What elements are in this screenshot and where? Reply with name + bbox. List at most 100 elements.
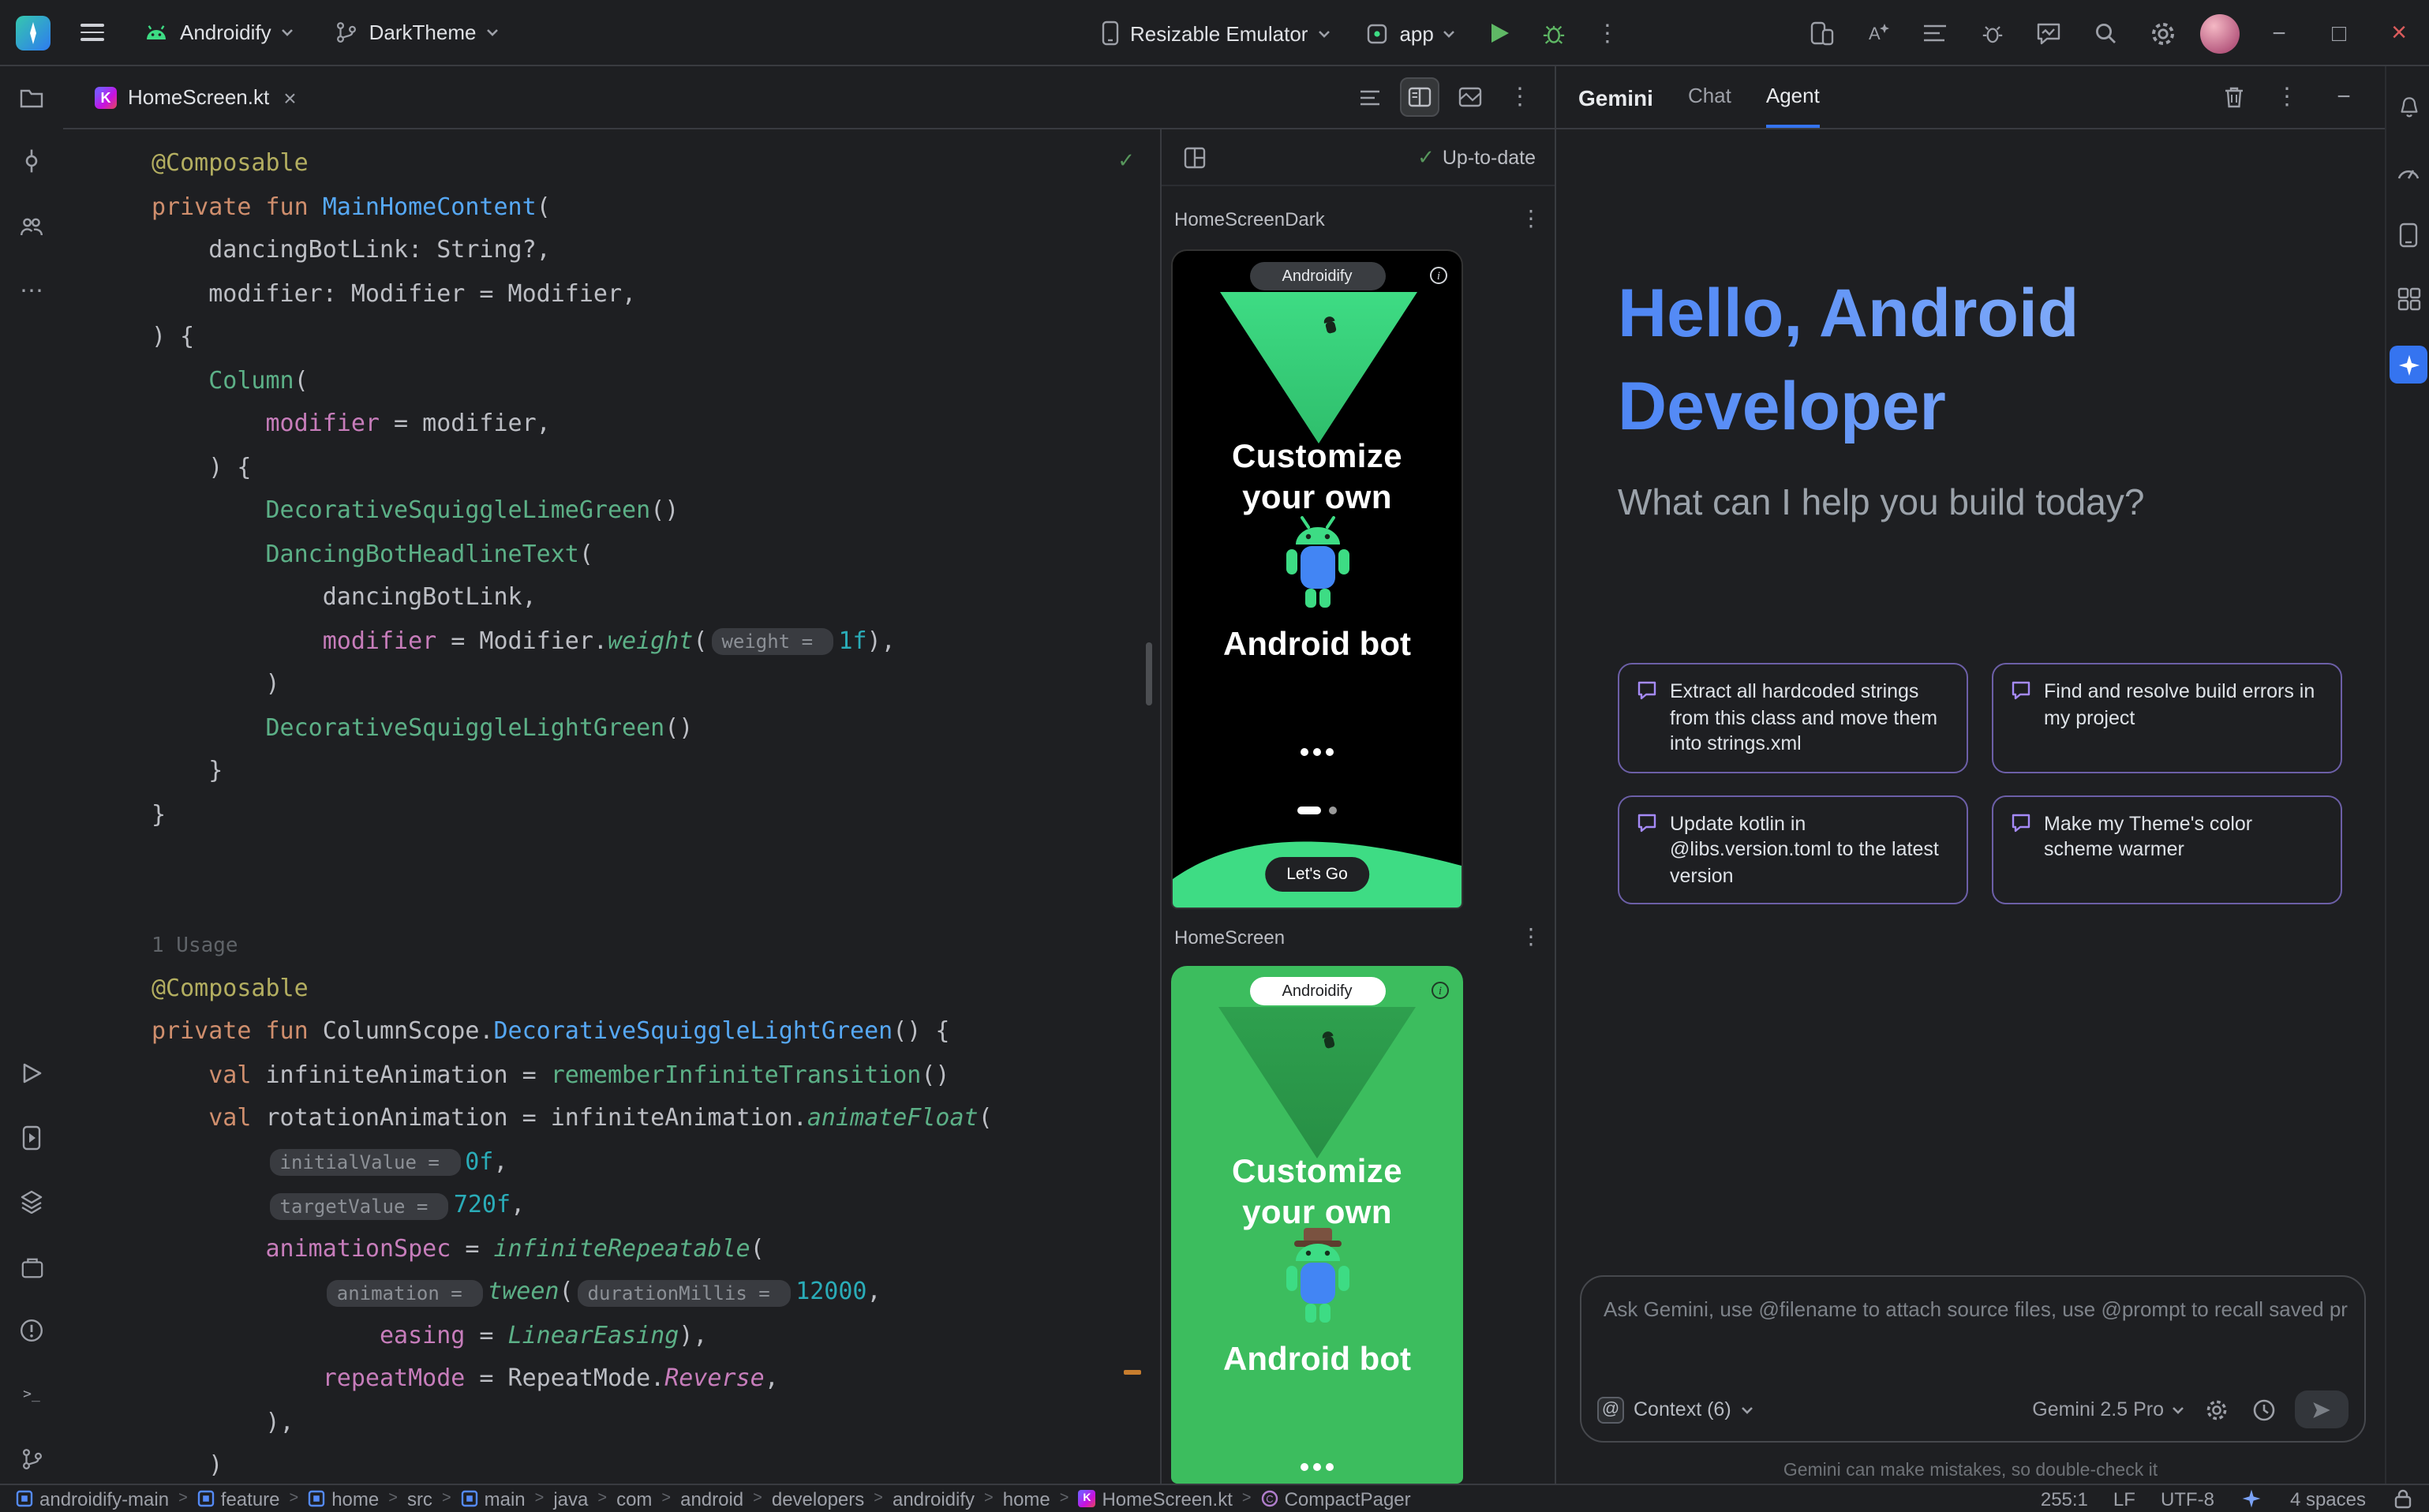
code-line[interactable] [152, 836, 1128, 880]
ai-actions-icon[interactable]: A [1859, 14, 1897, 52]
breadcrumb-item[interactable]: developers [772, 1488, 864, 1510]
code-line[interactable]: modifier = modifier, [152, 402, 1128, 446]
editor-design-view-button[interactable] [1450, 77, 1490, 117]
code-line[interactable]: val infiniteAnimation = rememberInfinite… [152, 1054, 1128, 1097]
suggestion-card[interactable]: Update kotlin in @libs.version.toml to t… [1618, 795, 1968, 904]
tab-options-icon[interactable]: ⋮ [1501, 78, 1539, 116]
attach-debugger-icon[interactable] [1973, 14, 2011, 52]
model-selector[interactable]: Gemini 2.5 Pro [2032, 1398, 2184, 1420]
suggestion-card[interactable]: Find and resolve build errors in my proj… [1992, 663, 2342, 773]
breadcrumb-item[interactable]: androidify [893, 1488, 975, 1510]
code-line[interactable]: repeatMode = RepeatMode.Reverse, [152, 1357, 1128, 1401]
code-line[interactable]: modifier: Modifier = Modifier, [152, 272, 1128, 316]
code-line[interactable]: private fun ColumnScope.DecorativeSquigg… [152, 1010, 1128, 1054]
code-line[interactable]: DancingBotHeadlineText( [152, 533, 1128, 576]
tab-agent[interactable]: Agent [1766, 66, 1820, 128]
breadcrumb-item[interactable]: androidify-main [16, 1488, 169, 1510]
preview-menu-icon[interactable]: ⋮ [1520, 923, 1542, 950]
gemini-settings-icon[interactable] [2200, 1394, 2232, 1425]
code-editor[interactable]: @Composableprivate fun MainHomeContent( … [63, 129, 1160, 1484]
breadcrumb-item[interactable]: java [553, 1488, 588, 1510]
user-avatar[interactable] [2200, 13, 2240, 53]
running-devices-toolwindow-icon[interactable] [13, 1119, 51, 1157]
code-line[interactable] [152, 880, 1128, 923]
device-selector[interactable]: Resizable Emulator [1089, 8, 1339, 58]
code-line[interactable]: ) [152, 663, 1128, 706]
breadcrumb-item[interactable]: main [461, 1488, 526, 1510]
build-variants-toolwindow-icon[interactable] [13, 1182, 51, 1220]
code-line[interactable]: } [152, 750, 1128, 793]
code-line[interactable]: ) { [152, 446, 1128, 489]
preview-layout-icon[interactable] [1181, 143, 1209, 171]
app-inspection-toolwindow-icon[interactable] [13, 1248, 51, 1286]
code-line[interactable]: modifier = Modifier.weight(weight = 1f), [152, 619, 1128, 663]
more-actions-icon[interactable]: ⋮ [1589, 14, 1626, 52]
run-toolwindow-icon[interactable] [13, 1054, 51, 1092]
code-line[interactable]: ) [152, 1444, 1128, 1484]
code-line[interactable]: animation = tween(durationMillis = 12000… [152, 1271, 1128, 1314]
search-icon[interactable] [2087, 14, 2124, 52]
breadcrumb-item[interactable]: KHomeScreen.kt [1078, 1488, 1232, 1510]
preview-menu-icon[interactable]: ⋮ [1520, 205, 1542, 232]
gemini-toolwindow-icon[interactable] [2390, 346, 2427, 384]
code-line[interactable]: Column( [152, 359, 1128, 402]
code-line[interactable]: ), [152, 1401, 1128, 1444]
more-toolwindows-icon[interactable]: ⋯ [13, 271, 51, 309]
send-button[interactable] [2295, 1390, 2349, 1428]
debug-button[interactable] [1535, 14, 1573, 52]
code-line[interactable]: private fun MainHomeContent( [152, 185, 1128, 229]
device-mirroring-icon[interactable] [1802, 14, 1840, 52]
code-line[interactable]: } [152, 793, 1128, 836]
settings-gear-icon[interactable] [2143, 14, 2181, 52]
gemini-input[interactable]: Ask Gemini, use @filename to attach sour… [1580, 1275, 2366, 1443]
breadcrumb-item[interactable]: com [616, 1488, 652, 1510]
code-line[interactable]: ) { [152, 316, 1128, 359]
context-selector[interactable]: @ Context (6) [1597, 1396, 1753, 1423]
suggestion-card[interactable]: Extract all hardcoded strings from this … [1618, 663, 1968, 773]
profiler-toolwindow-icon[interactable] [2390, 152, 2427, 189]
problems-toolwindow-icon[interactable] [13, 1312, 51, 1349]
line-ending[interactable]: LF [2113, 1488, 2135, 1510]
editor-scrollbar[interactable] [1146, 642, 1152, 705]
code-line[interactable]: initialValue = 0f, [152, 1140, 1128, 1184]
history-icon[interactable] [2247, 1394, 2279, 1425]
commit-toolwindow-icon[interactable] [13, 142, 51, 180]
code-line[interactable]: dancingBotLink: String?, [152, 229, 1128, 272]
preview-homescreen-light[interactable]: Androidify i Customize your own Android … [1171, 966, 1463, 1484]
notifications-bell-icon[interactable] [2390, 88, 2427, 126]
breadcrumb-item[interactable]: home [308, 1488, 379, 1510]
breadcrumb-item[interactable]: src [407, 1488, 432, 1510]
inspections-ok-icon[interactable]: ✓ [1117, 148, 1135, 174]
code-line[interactable]: easing = LinearEasing), [152, 1314, 1128, 1357]
device-explorer-toolwindow-icon[interactable] [2390, 216, 2427, 254]
preview-sync-status[interactable]: ✓ Up-to-date [1417, 144, 1536, 170]
code-content[interactable]: @Composableprivate fun MainHomeContent( … [152, 142, 1128, 1484]
breadcrumb-item[interactable]: android [680, 1488, 743, 1510]
window-minimize-button[interactable]: − [2259, 20, 2300, 47]
project-toolwindow-icon[interactable] [13, 79, 51, 117]
run-button[interactable] [1481, 14, 1519, 52]
breadcrumb-item[interactable]: CCompactPager [1261, 1488, 1411, 1510]
version-control-toolwindow-icon[interactable] [13, 1439, 51, 1477]
code-line[interactable]: DecorativeSquiggleLightGreen() [152, 706, 1128, 750]
code-line[interactable]: val rotationAnimation = infiniteAnimatio… [152, 1097, 1128, 1140]
resource-manager-toolwindow-icon[interactable] [2390, 279, 2427, 317]
pull-requests-toolwindow-icon[interactable] [13, 207, 51, 245]
suggestion-card[interactable]: Make my Theme's color scheme warmer [1992, 795, 2342, 904]
code-line[interactable]: DecorativeSquiggleLimeGreen() [152, 489, 1128, 533]
code-line[interactable]: animationSpec = infiniteRepeatable( [152, 1227, 1128, 1271]
breadcrumb-item[interactable]: feature [197, 1488, 280, 1510]
indent-setting[interactable]: 4 spaces [2290, 1488, 2366, 1510]
editor-split-view-button[interactable] [1400, 77, 1439, 117]
project-selector[interactable]: Androidify [133, 14, 303, 51]
code-line[interactable]: 1 Usage [152, 923, 1128, 967]
app-insights-icon[interactable] [2030, 14, 2068, 52]
window-close-button[interactable]: × [2378, 17, 2420, 49]
gemini-options-icon[interactable]: ⋮ [2268, 78, 2306, 116]
hide-panel-icon[interactable]: − [2325, 78, 2363, 116]
vcs-branch-selector[interactable]: DarkTheme [325, 13, 508, 51]
code-line[interactable]: @Composable [152, 967, 1128, 1010]
run-configuration-selector[interactable]: app [1355, 8, 1465, 58]
code-line[interactable]: targetValue = 720f, [152, 1184, 1128, 1227]
breadcrumb-item[interactable]: home [1003, 1488, 1050, 1510]
